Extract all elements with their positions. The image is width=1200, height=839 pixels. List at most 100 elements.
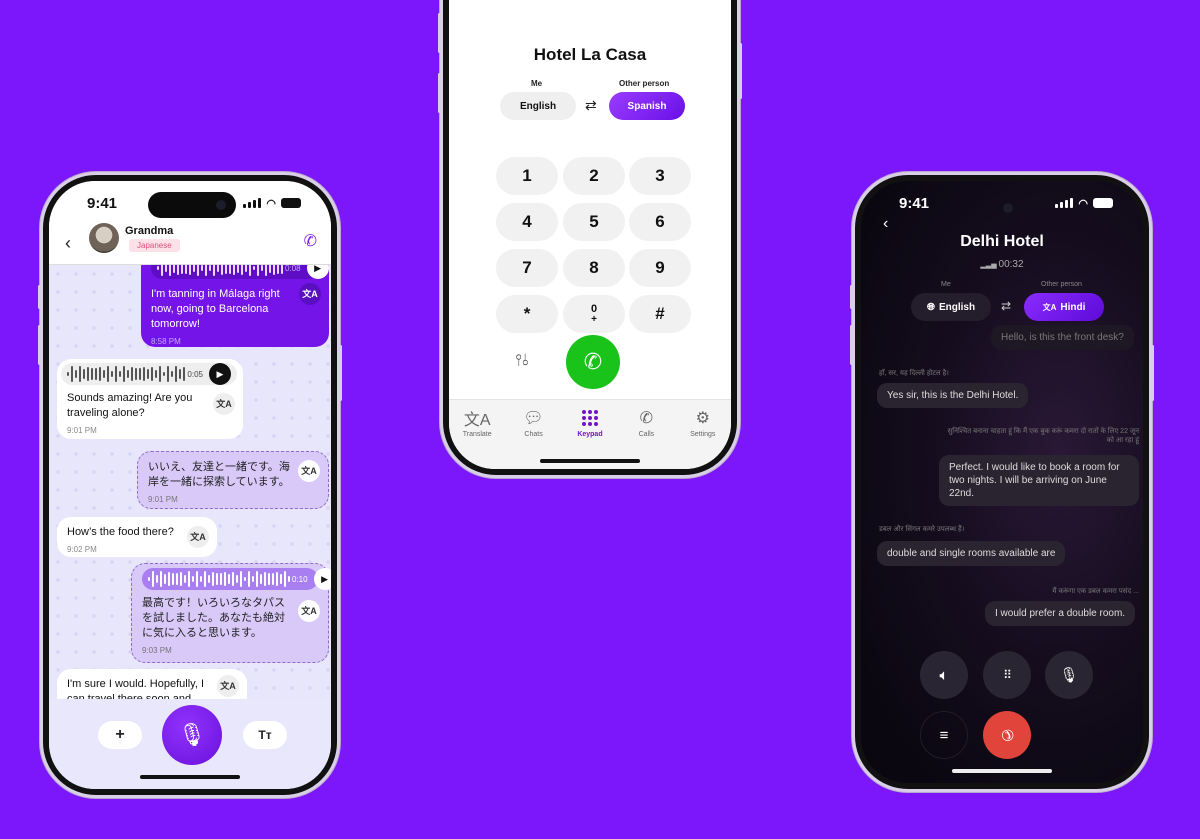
dial-key[interactable]: 0 + bbox=[563, 295, 625, 333]
voice-waveform[interactable]: 0:08 ▶ bbox=[151, 265, 329, 279]
waveform-bar bbox=[252, 575, 254, 583]
gear-icon: ⚙︎ bbox=[695, 410, 710, 427]
waveform-bar bbox=[127, 369, 129, 379]
end-call-icon: ✆ bbox=[996, 724, 1018, 746]
call-button[interactable]: ✆ bbox=[566, 335, 620, 389]
transcript-bubble-right: Hello, is this the front desk? bbox=[991, 325, 1134, 350]
waveform-bar bbox=[220, 572, 222, 586]
translate-icon[interactable]: 文A bbox=[187, 526, 209, 548]
waveform-bar bbox=[157, 265, 159, 270]
key-digit: * bbox=[523, 304, 531, 323]
waveform-bar bbox=[171, 370, 173, 378]
speaker-button[interactable]: 🔈︎ bbox=[920, 651, 968, 699]
waveform-bar bbox=[119, 371, 121, 377]
play-button[interactable]: ▶ bbox=[313, 568, 331, 590]
dial-key[interactable]: 6 bbox=[629, 203, 691, 241]
chat-bubble-icon: 💬︎ bbox=[523, 410, 544, 427]
waveform-bar bbox=[229, 265, 231, 275]
dial-key[interactable]: 3 bbox=[629, 157, 691, 195]
tab-translate[interactable]: 文A Translate bbox=[452, 408, 502, 469]
waveform-bar bbox=[143, 367, 145, 381]
waveform-bar bbox=[75, 370, 77, 378]
waveform-bar bbox=[240, 571, 242, 587]
tab-settings[interactable]: ⚙︎ Settings bbox=[678, 408, 728, 469]
translate-icon[interactable]: 文A bbox=[298, 600, 320, 622]
waveform-bar bbox=[167, 366, 169, 382]
other-language-select[interactable]: 文A Hindi bbox=[1024, 293, 1104, 321]
waveform-bar bbox=[161, 265, 163, 276]
key-digit: 6 bbox=[655, 212, 665, 231]
dial-key[interactable]: 2 bbox=[563, 157, 625, 195]
my-language-select[interactable]: 🌐︎ English bbox=[911, 293, 991, 321]
other-person-label: Other person bbox=[619, 79, 670, 88]
waveform-bar bbox=[197, 265, 199, 276]
dial-key[interactable]: 7 bbox=[496, 249, 558, 287]
waveform-bar bbox=[204, 571, 206, 587]
translate-icon[interactable]: 文A bbox=[299, 283, 321, 305]
waveform-bar bbox=[176, 573, 178, 585]
side-button bbox=[339, 345, 342, 401]
my-language-select[interactable]: English bbox=[500, 92, 576, 120]
other-language-select[interactable]: Spanish bbox=[609, 92, 685, 120]
audio-duration: 0:05 bbox=[187, 369, 203, 379]
waveform-bar bbox=[160, 571, 162, 587]
end-call-button[interactable]: ✆ bbox=[983, 711, 1031, 759]
message-time: 9:01 PM bbox=[67, 426, 97, 435]
play-button[interactable]: ▶ bbox=[306, 265, 329, 279]
translate-icon[interactable]: 文A bbox=[213, 393, 235, 415]
back-button[interactable]: ‹ bbox=[883, 215, 888, 233]
message-incoming: How’s the food there? 9:02 PM 文A bbox=[57, 517, 217, 557]
message-list[interactable]: 0:08 ▶ I'm tanning in Málaga right now, g… bbox=[49, 265, 331, 699]
waveform-bar bbox=[241, 265, 243, 276]
wifi-icon: ◠ bbox=[1078, 197, 1088, 210]
waveform-bar bbox=[115, 366, 117, 382]
waveform-bar bbox=[71, 366, 73, 382]
waveform-bar bbox=[168, 572, 170, 586]
dial-key[interactable]: 9 bbox=[629, 249, 691, 287]
key-digit: 5 bbox=[589, 212, 599, 231]
phone-icon[interactable]: ✆ bbox=[304, 231, 317, 251]
swap-languages-button[interactable]: ⇄ bbox=[585, 97, 597, 114]
waveform-bar bbox=[95, 368, 97, 380]
call-phone: 9:41 ◠ ‹ Delhi Hotel ▂▃▅ 00:32 Me Other … bbox=[850, 172, 1154, 792]
waveform-bar bbox=[163, 371, 165, 377]
call-duration: 00:32 bbox=[998, 259, 1024, 270]
add-attachment-button[interactable]: + bbox=[98, 721, 142, 749]
voice-waveform[interactable]: 0:10 ▶ bbox=[142, 568, 331, 590]
text-input-toggle-button[interactable]: Tт bbox=[243, 721, 287, 749]
waveform-bar bbox=[205, 265, 207, 276]
dial-key[interactable]: 1 bbox=[496, 157, 558, 195]
dial-key[interactable]: # bbox=[629, 295, 691, 333]
dial-key[interactable]: 4 bbox=[496, 203, 558, 241]
dial-key[interactable]: 5 bbox=[563, 203, 625, 241]
transcript-original: हाँ, सर, यह दिल्ली होटल है। bbox=[879, 370, 949, 377]
audio-settings-button[interactable]: ≡ bbox=[920, 711, 968, 759]
tab-label: Translate bbox=[462, 431, 492, 438]
dial-key[interactable]: 8 bbox=[563, 249, 625, 287]
translate-icon[interactable]: 文A bbox=[298, 460, 320, 482]
message-text: How’s the food there? bbox=[67, 526, 174, 538]
avatar[interactable] bbox=[89, 223, 119, 253]
language-badge: Japanese bbox=[129, 239, 180, 252]
message-incoming: 0:05 ▶ Sounds amazing! Are you traveling … bbox=[57, 359, 243, 439]
waveform-bar bbox=[225, 265, 227, 274]
voice-waveform[interactable]: 0:05 ▶ bbox=[61, 363, 237, 385]
waveform-bar bbox=[181, 265, 183, 275]
keypad-button[interactable]: ⠿ bbox=[983, 651, 1031, 699]
waveform-bar bbox=[152, 571, 154, 587]
swap-languages-button[interactable]: ⇄ bbox=[1001, 299, 1011, 313]
back-button[interactable]: ‹ bbox=[65, 233, 71, 254]
keypad-icon: ⠿ bbox=[1003, 668, 1012, 682]
record-voice-button[interactable]: 🎙︎ bbox=[162, 705, 222, 765]
settings-sliders-icon[interactable]: ⫯⫰ bbox=[515, 352, 529, 370]
globe-icon: 🌐︎ bbox=[926, 301, 935, 313]
key-digit: 7 bbox=[522, 258, 532, 277]
composer-bar: + 🎙︎ Tт bbox=[49, 699, 331, 789]
key-digit: # bbox=[655, 304, 665, 323]
waveform-bar bbox=[208, 574, 210, 584]
play-button[interactable]: ▶ bbox=[209, 363, 231, 385]
waveform-bar bbox=[172, 572, 174, 586]
mute-button[interactable]: 🎙︎ bbox=[1045, 651, 1093, 699]
translate-icon[interactable]: 文A bbox=[217, 675, 239, 697]
dial-key[interactable]: * bbox=[496, 295, 558, 333]
